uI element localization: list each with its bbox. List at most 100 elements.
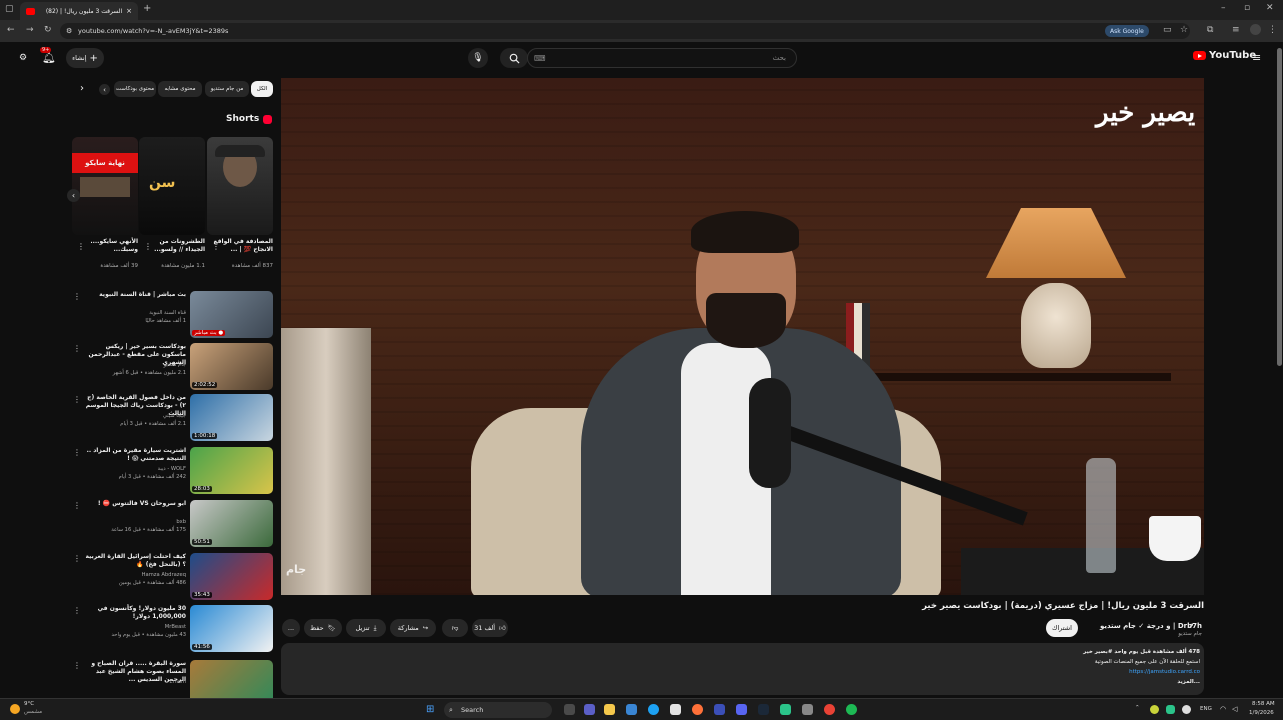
chip-all[interactable]: الكل [251, 81, 273, 97]
search-button[interactable] [500, 48, 528, 68]
tray-chevron-icon[interactable]: ⌃ [1135, 705, 1140, 711]
search-input[interactable]: ⌨ بحث [527, 48, 797, 68]
channel-name[interactable]: Drb7h | و درجة ✓ جام ستديو [1090, 622, 1202, 630]
close-window-icon[interactable]: ✕ [1266, 3, 1274, 13]
minimize-icon[interactable]: – [1221, 3, 1226, 13]
recommendation-more-icon[interactable]: ⋮ [73, 344, 81, 353]
firefox-icon[interactable] [692, 704, 703, 715]
chrome-icon[interactable] [824, 704, 835, 715]
recommendation-thumbnail[interactable]: 2:02:52 [190, 343, 273, 390]
tab-search-icon[interactable]: ▢ [5, 4, 14, 14]
settings-app-icon[interactable] [802, 704, 813, 715]
recommendation-channel[interactable]: قناة السنة النبوية [84, 310, 186, 316]
taskbar-search[interactable]: ⌕ Search [444, 702, 552, 718]
settings-gear-icon[interactable]: ⚙ [19, 53, 27, 63]
recommendation-more-icon[interactable]: ⋮ [73, 292, 81, 301]
channel-link-icon[interactable]: ↗ [1188, 622, 1194, 630]
site-info-icon[interactable]: ⚙ [66, 27, 72, 35]
more-actions-button[interactable]: ... [282, 619, 300, 637]
recommendation-thumbnail[interactable]: 35:43 [190, 553, 273, 600]
extensions-icon[interactable]: ⧉ [1207, 25, 1213, 35]
chips-next-icon[interactable]: › [80, 83, 84, 94]
ask-google-button[interactable]: Ask Google [1105, 25, 1149, 37]
bookmark-star-icon[interactable]: ☆ [1180, 25, 1188, 35]
create-button[interactable]: إنشاء + [66, 48, 104, 68]
wifi-icon[interactable]: ◠ [1220, 705, 1226, 713]
recommendation-channel[interactable]: Hamza Abdrazeq [84, 572, 186, 578]
cast-icon[interactable]: ▭ [1163, 25, 1172, 35]
recommendation-more-icon[interactable]: ⋮ [73, 661, 81, 670]
clock-time[interactable]: 8:58 AM [1252, 701, 1275, 707]
steam-icon[interactable] [758, 704, 769, 715]
voice-search-button[interactable]: 🎙︎ [468, 48, 488, 68]
new-tab-button[interactable]: + [143, 3, 151, 14]
browser-menu-icon[interactable]: ⋮ [1268, 25, 1277, 35]
recommendation-more-icon[interactable]: ⋮ [73, 554, 81, 563]
video-player[interactable]: يصير خير جام [281, 78, 1204, 595]
recommendation-thumbnail[interactable]: 28:03 [190, 447, 273, 494]
recommendation-more-icon[interactable]: ⋮ [73, 395, 81, 404]
app-icon[interactable] [670, 704, 681, 715]
volume-icon[interactable]: ◁ [1232, 705, 1237, 713]
recommendation-channel[interactable]: جام ستديو [84, 362, 186, 368]
chip-similar[interactable]: محتوى مشابه [158, 81, 202, 97]
share-button[interactable]: مشاركة ↪ [390, 619, 436, 637]
windows-start-icon[interactable]: ⊞ [426, 704, 434, 715]
dislike-button[interactable]: 👎︎ [442, 619, 468, 637]
shorts-scroll-left-icon[interactable]: ‹ [67, 189, 80, 202]
recommendation-channel[interactable]: MrBeast [84, 624, 186, 630]
back-icon[interactable]: ← [7, 25, 15, 35]
save-button[interactable]: حفظ 🔖︎ [304, 619, 342, 637]
short-more-icon[interactable]: ⋮ [212, 242, 220, 251]
recommendation-thumbnail[interactable]: بث مباشر ● [190, 291, 273, 338]
recommendation-title[interactable]: اشتريت سيارة مقيرة من المزاد .. النتيجة … [84, 447, 186, 463]
browser-tab[interactable]: السرقت 3 مليون ريال! | (82) × [20, 2, 138, 20]
tray-app-icon[interactable] [1166, 705, 1175, 714]
recommendation-title[interactable]: ابو سروحان VS فالتتوس ⛔ ! [84, 500, 186, 508]
discord-icon[interactable] [736, 704, 747, 715]
chips-prev-icon[interactable]: ‹ [99, 84, 110, 95]
keyboard-icon[interactable]: ⌨ [534, 54, 546, 63]
profile-avatar[interactable] [1250, 24, 1261, 35]
recommendation-title[interactable]: 30 مليون دولار! وكأنسون في 1,000,000 دول… [84, 605, 186, 621]
download-button[interactable]: تنزيل ⤓ [346, 619, 386, 637]
maximize-icon[interactable]: ▫ [1244, 3, 1250, 13]
short-thumbnail[interactable] [207, 137, 273, 235]
teams-icon[interactable] [584, 704, 595, 715]
task-view-icon[interactable] [564, 704, 575, 715]
description-more[interactable]: ...المزيد [920, 679, 1200, 685]
address-bar[interactable]: ⚙ youtube.com/watch?v=-N_-avEM3jY&t=2389… [60, 23, 1190, 39]
recommendation-channel[interactable]: WOLF - ذيبة [84, 466, 186, 472]
description-link[interactable]: https://jamstudio.carrd.co [920, 669, 1200, 675]
chip-from-channel[interactable]: من جام ستديو [205, 81, 249, 97]
like-button[interactable]: 31 ألف 👍︎ [472, 619, 508, 637]
recommendation-thumbnail[interactable]: 1:00:18 [190, 394, 273, 441]
recommendation-channel[interactable]: bxb [84, 519, 186, 525]
short-more-icon[interactable]: ⋮ [144, 242, 152, 251]
recommendation-more-icon[interactable]: ⋮ [73, 448, 81, 457]
recommendation-more-icon[interactable]: ⋮ [73, 606, 81, 615]
photos-icon[interactable] [626, 704, 637, 715]
edge-icon[interactable] [648, 704, 659, 715]
youtube-logo[interactable]: YouTube [1193, 50, 1256, 61]
forward-icon[interactable]: → [26, 25, 34, 35]
short-thumbnail[interactable]: سن [139, 137, 205, 235]
short-thumbnail[interactable]: نهاية سايكو [72, 137, 138, 235]
short-more-icon[interactable]: ⋮ [77, 242, 85, 251]
language-indicator[interactable]: ENG [1200, 706, 1212, 712]
clock-date[interactable]: 1/9/2026 [1249, 710, 1274, 716]
subscribe-button[interactable]: اشتراك [1046, 619, 1078, 637]
spotify-icon[interactable] [846, 704, 857, 715]
page-scrollbar[interactable] [1277, 48, 1282, 366]
recommendation-channel[interactable]: Emam [84, 679, 186, 685]
tray-app-icon[interactable] [1182, 705, 1191, 714]
app-green-icon[interactable] [780, 704, 791, 715]
recommendation-thumbnail[interactable]: 50:51 [190, 500, 273, 547]
recommendation-title[interactable]: كيف احتلت إسرائيل القارة العربية ؟ (بالن… [84, 553, 186, 569]
recommendation-channel[interactable]: جيجا سيتي [84, 413, 186, 419]
recommendation-more-icon[interactable]: ⋮ [73, 501, 81, 510]
vpn-icon[interactable] [714, 704, 725, 715]
tab-close-icon[interactable]: × [126, 7, 132, 15]
chip-podcast[interactable]: محتوى بودكاست [114, 81, 156, 97]
recommendation-title[interactable]: بث مباشر | قناة السنة النبوية [84, 291, 186, 299]
